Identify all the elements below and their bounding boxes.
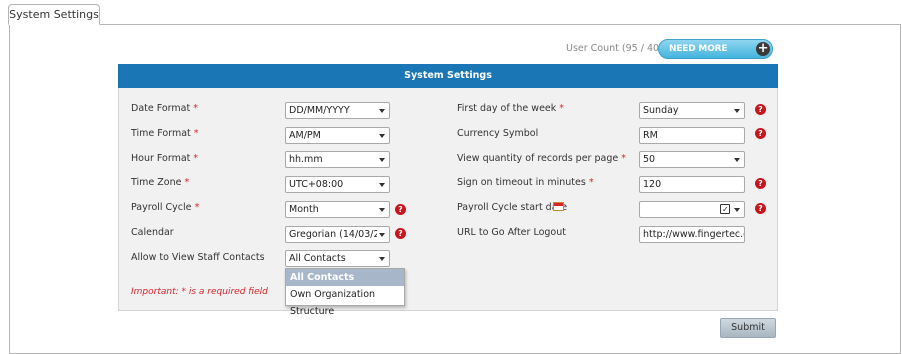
time-format-select[interactable]: AM/PM <box>285 127 390 144</box>
calendar-icon <box>553 202 564 211</box>
plus-icon: + <box>756 41 770 56</box>
calendar-check-icon[interactable] <box>720 202 730 217</box>
time-format-label: Time Format * <box>131 128 199 139</box>
submit-button[interactable]: Submit <box>720 318 776 338</box>
chevron-down-icon <box>379 233 385 237</box>
staff-contacts-label: Allow to View Staff Contacts <box>131 252 265 263</box>
chevron-down-icon <box>379 257 385 261</box>
user-count: User Count (95 / 400) <box>566 43 669 54</box>
logout-url-input[interactable]: http://www.fingertec.com <box>639 226 745 243</box>
currency-symbol-label: Currency Symbol <box>457 128 539 139</box>
dropdown-option-all-contacts[interactable]: All Contacts <box>286 269 404 286</box>
logout-url-label: URL to Go After Logout <box>457 227 566 238</box>
help-icon[interactable]: ? <box>395 228 406 239</box>
timeout-input[interactable]: 120 <box>639 176 745 193</box>
help-icon[interactable]: ? <box>755 203 766 214</box>
tab-system-settings[interactable]: System Settings <box>8 4 100 25</box>
chevron-down-icon <box>379 134 385 138</box>
calendar-label: Calendar <box>131 227 174 238</box>
hour-format-select[interactable]: hh.mm <box>285 151 390 168</box>
date-format-select[interactable]: DD/MM/YYYY <box>285 102 390 119</box>
payroll-cycle-select[interactable]: Month <box>285 201 390 218</box>
payroll-start-date-picker[interactable] <box>639 201 745 218</box>
chevron-down-icon <box>379 109 385 113</box>
help-icon[interactable]: ? <box>755 104 766 115</box>
chevron-down-icon <box>379 208 385 212</box>
calendar-select[interactable]: Gregorian (14/03/2016) <box>285 226 390 243</box>
required-field-note: Important: * is a required field <box>131 287 268 297</box>
first-day-select[interactable]: Sunday <box>639 102 745 119</box>
chevron-down-icon <box>734 158 740 162</box>
timeout-label: Sign on timeout in minutes * <box>457 177 594 188</box>
help-icon[interactable]: ? <box>395 204 406 215</box>
staff-contacts-select[interactable]: All Contacts <box>285 250 390 267</box>
chevron-down-icon <box>734 109 740 113</box>
payroll-cycle-label: Payroll Cycle * <box>131 202 200 213</box>
chevron-down-icon <box>379 183 385 187</box>
panel-title: System Settings <box>118 64 778 88</box>
dropdown-option-own-organization[interactable]: Own Organization Structure <box>286 286 404 317</box>
chevron-down-icon <box>379 158 385 162</box>
help-icon[interactable]: ? <box>755 178 766 189</box>
need-more-license-button[interactable]: NEED MORE LICENSE? + <box>658 39 773 72</box>
records-per-page-label: View quantity of records per page * <box>457 153 626 164</box>
chevron-down-icon <box>734 208 740 212</box>
first-day-label: First day of the week * <box>457 103 565 114</box>
date-format-label: Date Format * <box>131 103 198 114</box>
hour-format-label: Hour Format * <box>131 153 199 164</box>
help-icon[interactable]: ? <box>755 128 766 139</box>
staff-contacts-dropdown: All Contacts Own Organization Structure <box>285 268 405 317</box>
payroll-start-label: Payroll Cycle start date <box>457 202 568 213</box>
time-zone-select[interactable]: UTC+08:00 <box>285 176 390 193</box>
time-zone-label: Time Zone * <box>131 177 190 188</box>
records-per-page-select[interactable]: 50 <box>639 151 745 168</box>
currency-symbol-input[interactable]: RM <box>639 127 745 144</box>
